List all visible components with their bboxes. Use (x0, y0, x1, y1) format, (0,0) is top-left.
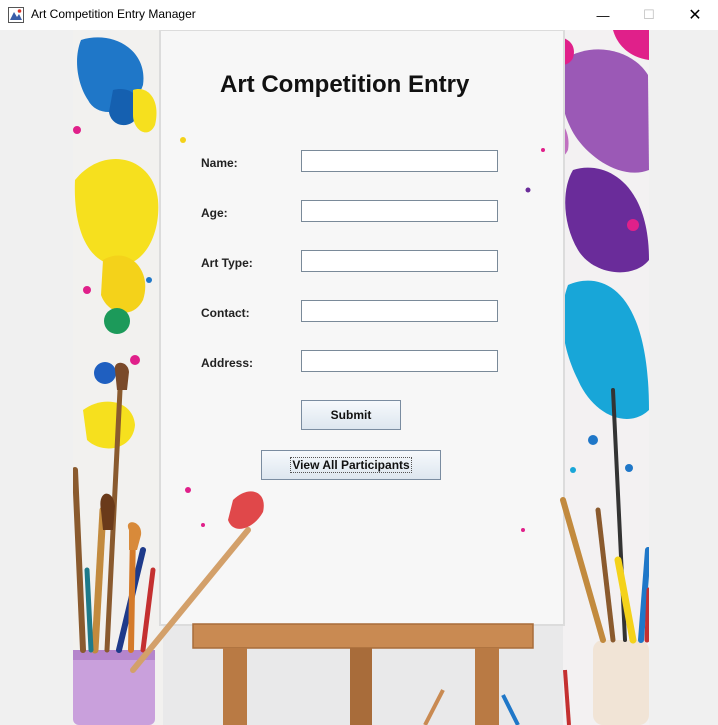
age-field[interactable] (301, 200, 498, 222)
form-panel: Art Competition Entry Name: Age: Art Typ… (73, 30, 649, 725)
submit-button[interactable]: Submit (301, 400, 401, 430)
maximize-button[interactable]: ☐ (626, 0, 672, 30)
title-bar: Art Competition Entry Manager — ☐ ✕ (0, 0, 718, 30)
address-label: Address: (201, 356, 254, 370)
minimize-button[interactable]: — (580, 0, 626, 30)
app-icon (8, 7, 24, 23)
name-label: Name: (201, 156, 238, 170)
view-all-participants-button[interactable]: View All Participants (261, 450, 441, 480)
name-field[interactable] (301, 150, 498, 172)
background-artwork (73, 30, 649, 725)
address-field[interactable] (301, 350, 498, 372)
age-label: Age: (201, 206, 228, 220)
contact-field[interactable] (301, 300, 498, 322)
form-heading: Art Competition Entry (220, 71, 470, 98)
art-type-field[interactable] (301, 250, 498, 272)
view-all-participants-label: View All Participants (290, 457, 412, 473)
art-type-label: Art Type: (201, 256, 253, 270)
close-button[interactable]: ✕ (672, 0, 718, 30)
contact-label: Contact: (201, 306, 250, 320)
window-title: Art Competition Entry Manager (31, 7, 196, 21)
